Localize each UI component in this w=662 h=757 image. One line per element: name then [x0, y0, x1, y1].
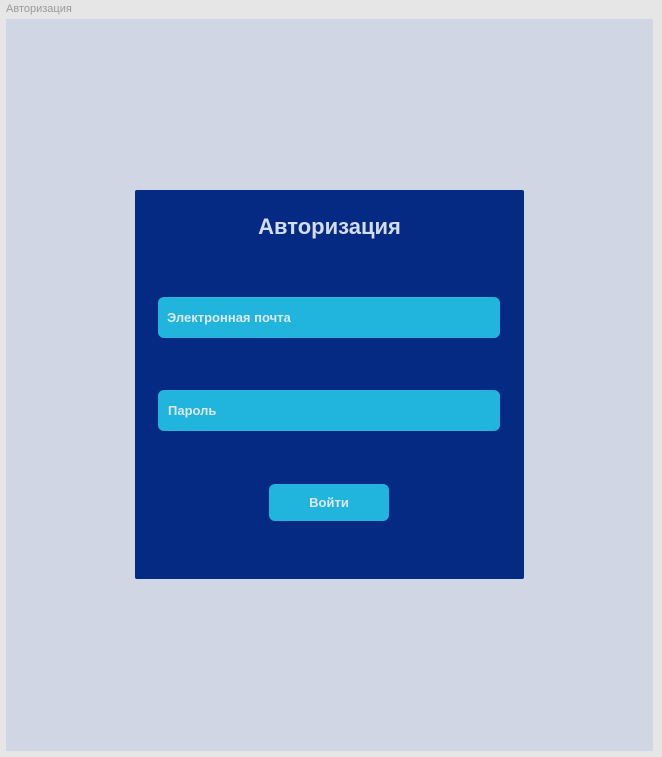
artboard: Авторизация Электронная почта Пароль Вой… — [6, 19, 653, 751]
email-placeholder: Электронная почта — [167, 310, 291, 325]
login-button-label: Войти — [309, 495, 349, 510]
login-card: Авторизация Электронная почта Пароль Вой… — [135, 190, 524, 579]
password-field[interactable]: Пароль — [158, 390, 500, 431]
password-placeholder: Пароль — [168, 403, 217, 418]
login-title: Авторизация — [258, 214, 401, 239]
frame-label: Авторизация — [6, 3, 72, 15]
email-field[interactable]: Электронная почта — [158, 297, 500, 338]
login-button[interactable]: Войти — [269, 484, 389, 521]
